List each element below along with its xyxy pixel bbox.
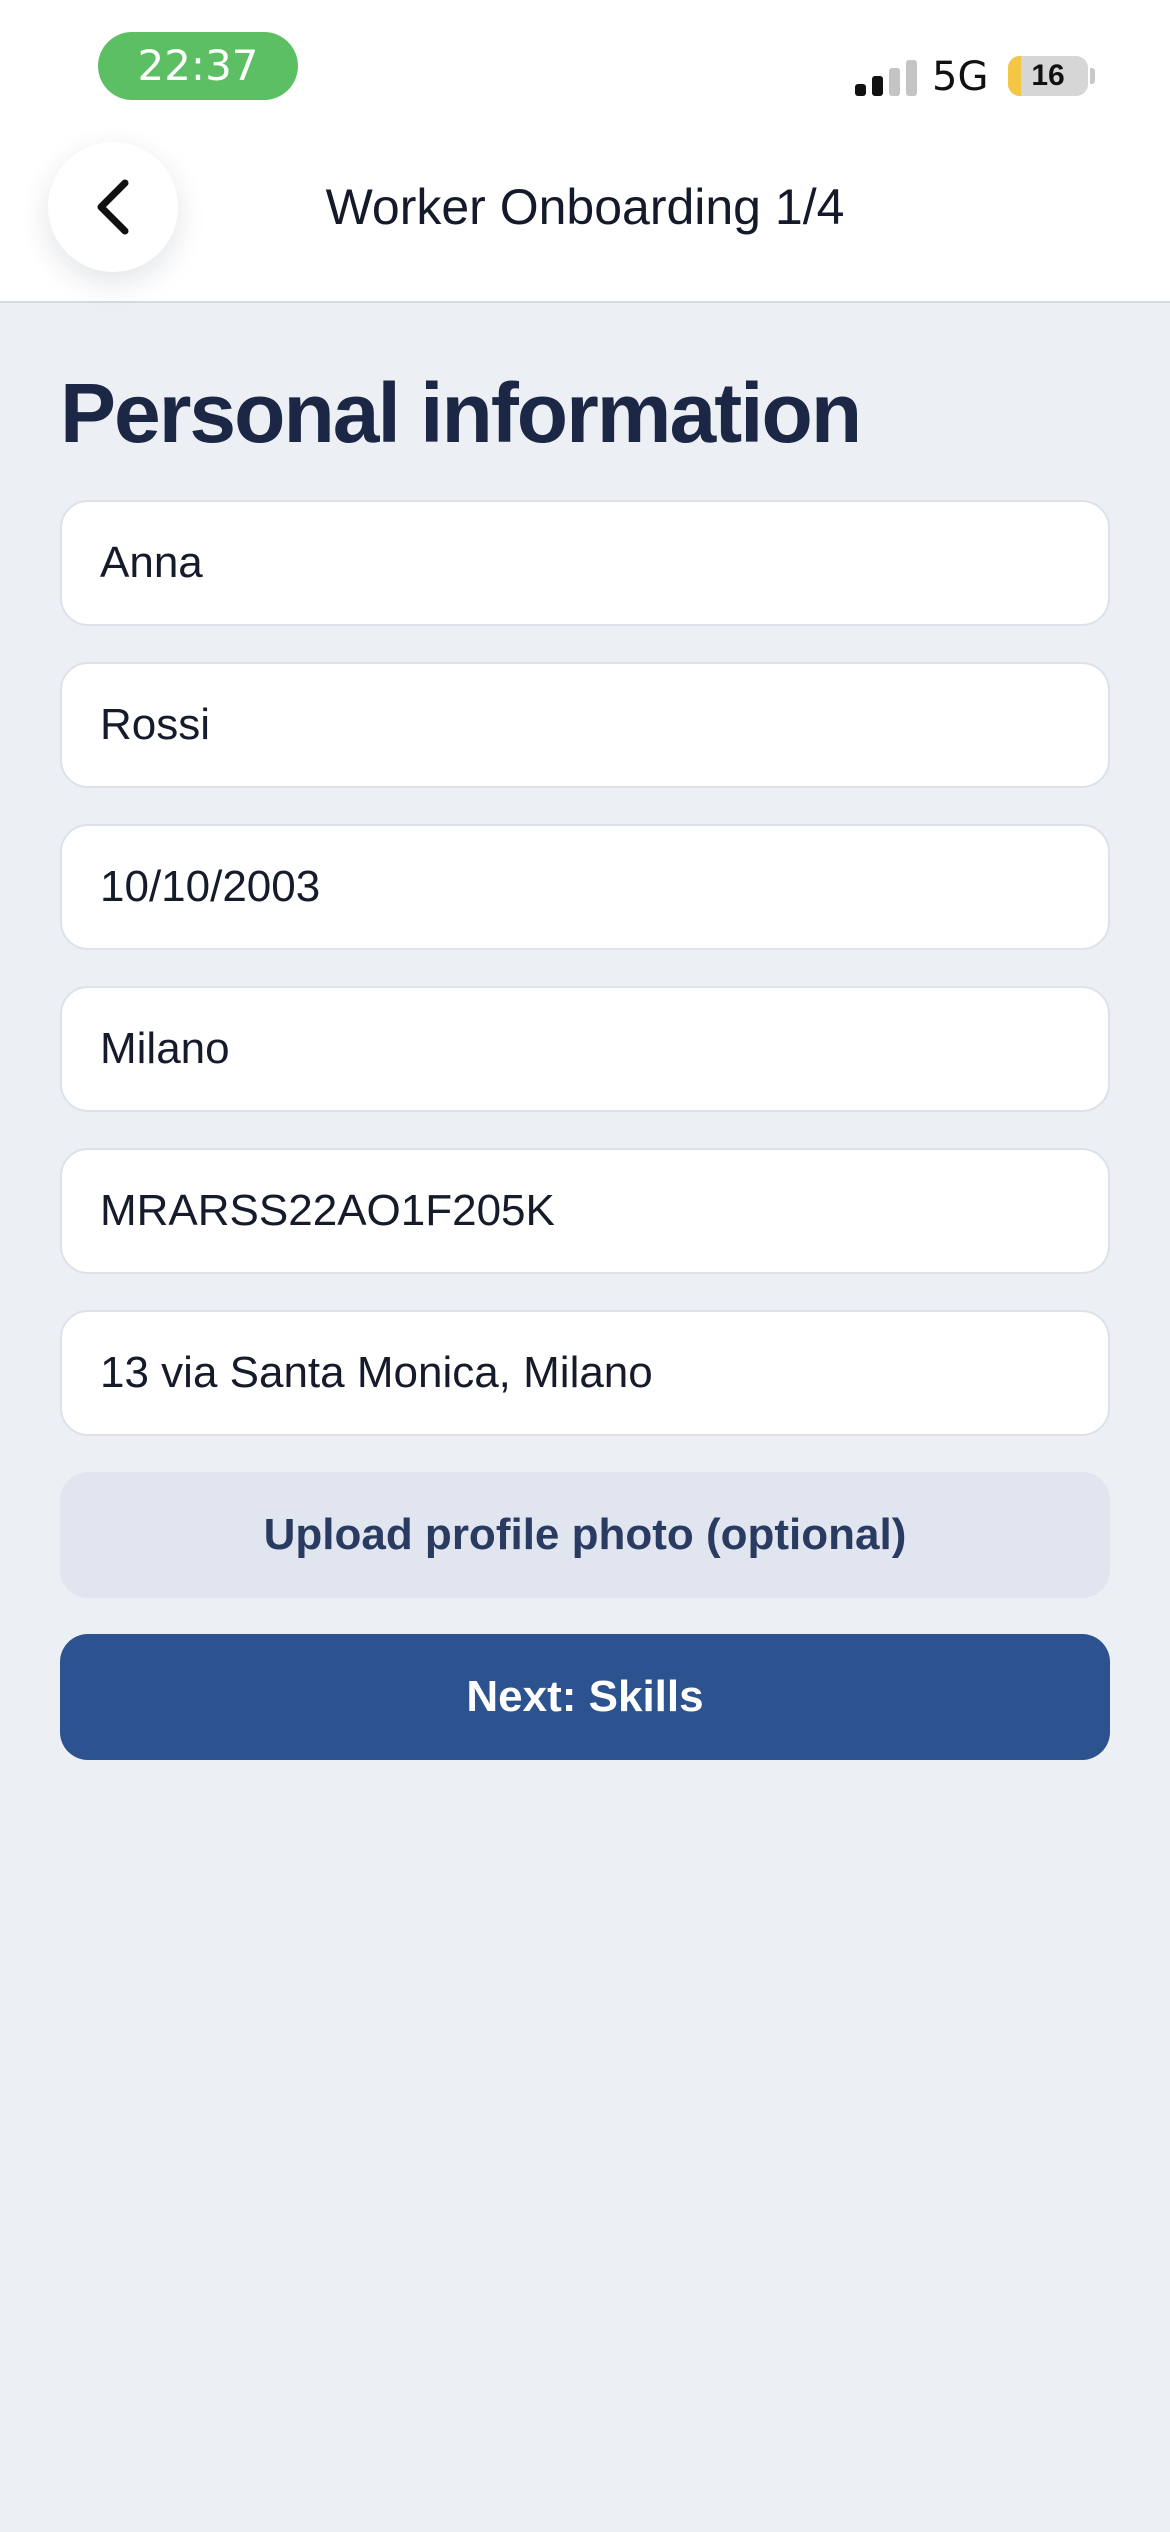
tax-code-field[interactable]: [60, 1148, 1110, 1274]
network-type: 5G: [932, 54, 989, 100]
battery-tip: [1090, 68, 1095, 84]
upload-photo-button[interactable]: Upload profile photo (optional): [60, 1472, 1110, 1598]
nav-bar: Worker Onboarding 1/4: [0, 130, 1170, 303]
page-title: Worker Onboarding 1/4: [325, 179, 845, 235]
address-field[interactable]: [60, 1310, 1110, 1436]
first-name-field[interactable]: [60, 500, 1110, 626]
last-name-field[interactable]: [60, 662, 1110, 788]
status-time: 22:37: [98, 32, 298, 100]
battery-icon: 16: [1008, 56, 1088, 96]
battery-level: 16: [1031, 59, 1065, 92]
next-button[interactable]: Next: Skills: [60, 1634, 1110, 1760]
birth-place-field[interactable]: [60, 986, 1110, 1112]
cellular-signal-icon: [855, 60, 917, 96]
section-heading: Personal information: [60, 366, 862, 460]
status-bar: 22:37 5G 16: [0, 0, 1170, 130]
birth-date-field[interactable]: [60, 824, 1110, 950]
